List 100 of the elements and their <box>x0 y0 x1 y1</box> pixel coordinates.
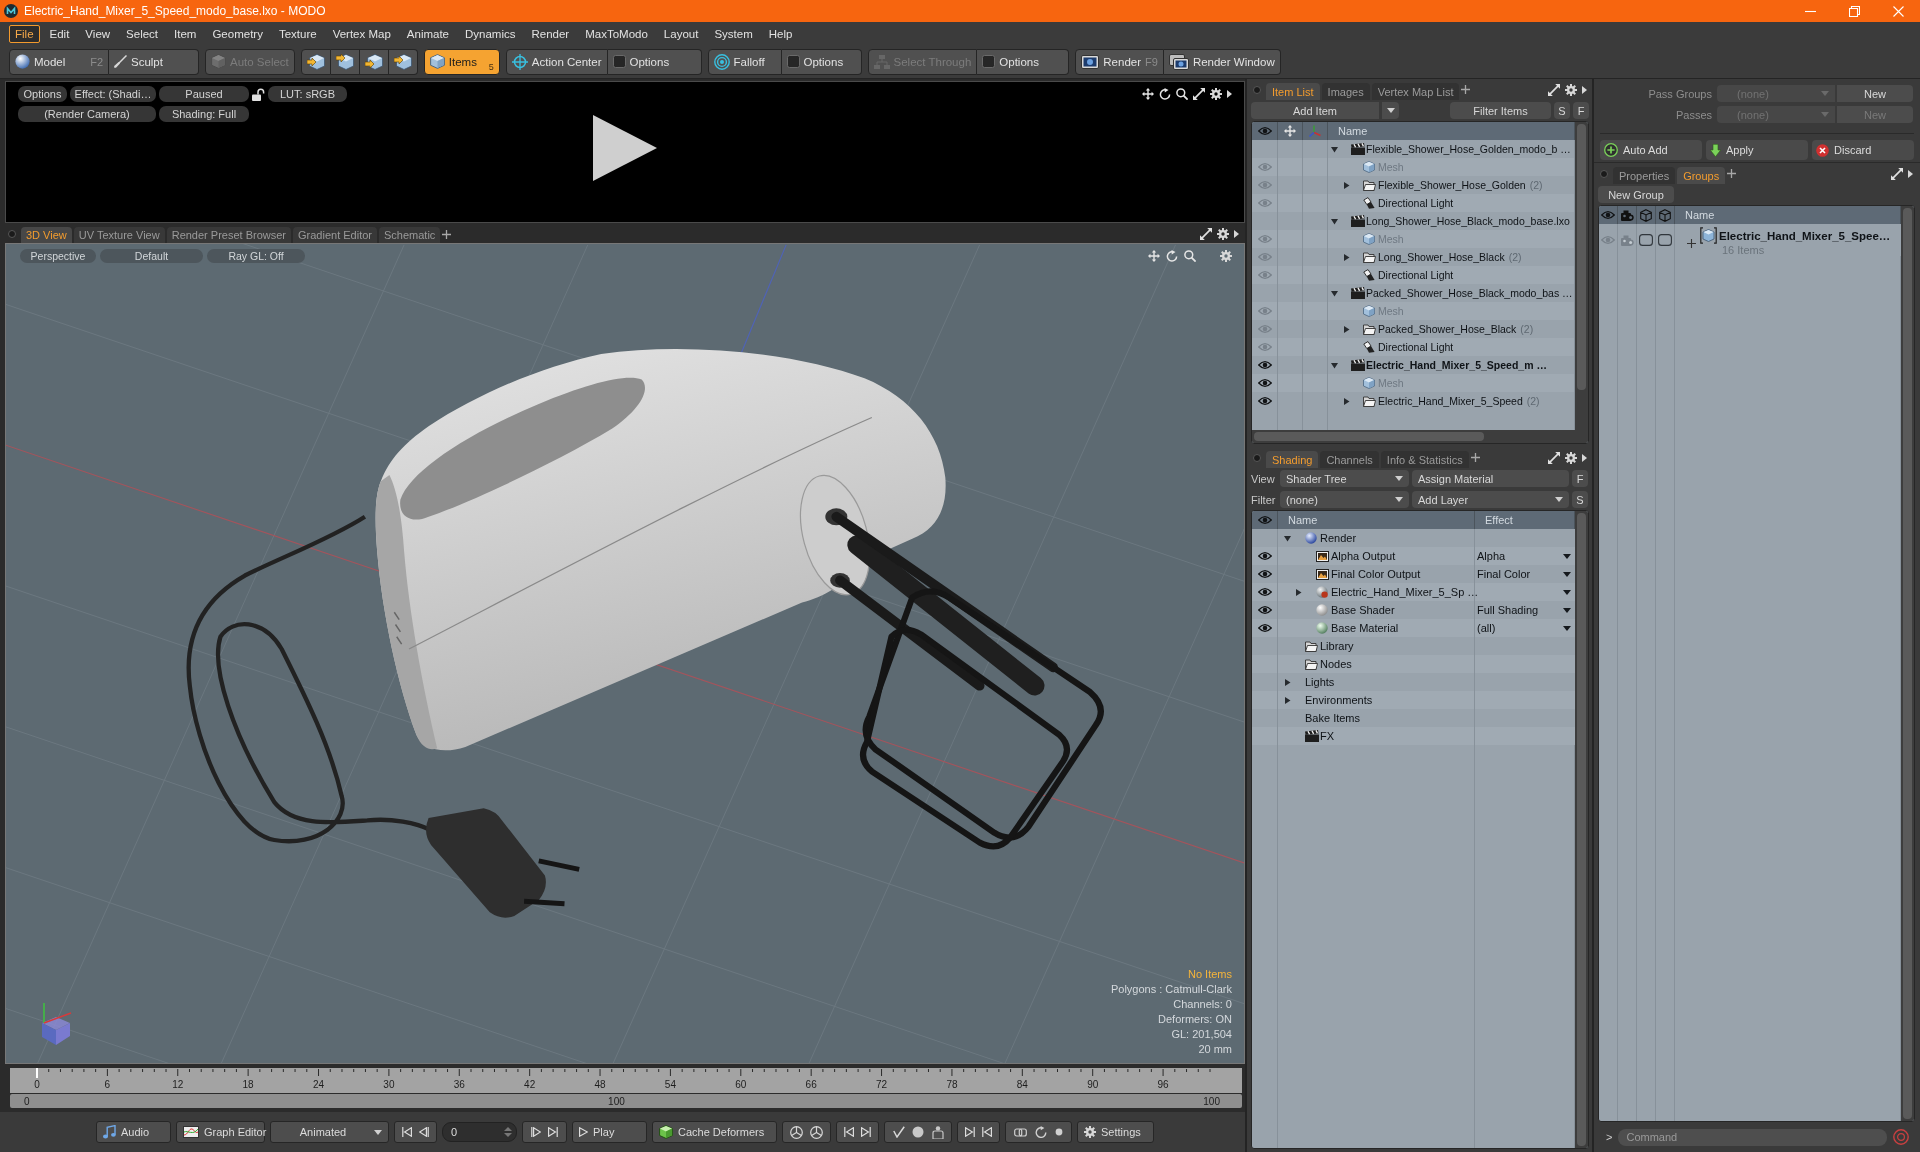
tree-row[interactable]: Directional Light <box>1252 194 1575 212</box>
refresh-icon[interactable] <box>1035 1126 1047 1138</box>
command-field[interactable]: Command <box>1618 1128 1887 1146</box>
record-icon[interactable] <box>912 1126 924 1138</box>
toolbar-button[interactable] <box>359 48 389 75</box>
panel-tab[interactable]: Channels <box>1320 451 1379 468</box>
menu-item[interactable]: Render <box>525 24 576 43</box>
toggle-button[interactable]: F <box>1572 470 1588 487</box>
maximize-icon[interactable] <box>1891 167 1903 180</box>
skip-back-icon[interactable] <box>402 1127 412 1137</box>
vertical-scrollbar[interactable] <box>1575 122 1588 443</box>
preview-button[interactable]: Effect: (Shadi… <box>70 86 156 102</box>
toolbar-button[interactable] <box>388 48 418 75</box>
menu-item[interactable]: System <box>708 24 759 43</box>
move-icon[interactable] <box>1142 88 1154 100</box>
toolbar-button[interactable]: Render F9 <box>1075 48 1164 75</box>
view-tab[interactable]: 3D View <box>21 227 72 243</box>
menu-item[interactable]: Layout <box>657 24 705 43</box>
triangle-right-icon[interactable] <box>1284 678 1291 686</box>
panel-tab[interactable]: Item List <box>1266 83 1320 100</box>
preview-button[interactable]: Paused <box>159 86 249 102</box>
viewport-button[interactable]: Default <box>100 249 203 263</box>
mode-dropdown[interactable]: Animated <box>270 1121 389 1143</box>
caret-icon[interactable] <box>1563 625 1571 631</box>
filter-dropdown[interactable]: (none) <box>1280 491 1409 508</box>
settings-icon[interactable] <box>1217 228 1229 240</box>
panel-tab[interactable]: Shading <box>1266 451 1319 468</box>
menu-item[interactable]: Help <box>762 24 799 43</box>
toolbar-button[interactable]: Action Center <box>505 48 608 75</box>
search-icon[interactable] <box>1176 88 1188 100</box>
eye-icon[interactable] <box>1257 552 1272 560</box>
maximize-icon[interactable] <box>1193 88 1205 100</box>
toolbar-button[interactable]: Items 5 <box>423 48 500 75</box>
toolbar-button[interactable]: Sculpt <box>109 48 199 75</box>
stepper-icon[interactable] <box>504 1127 512 1137</box>
menu-item[interactable]: Texture <box>272 24 323 43</box>
toolbar-button[interactable]: Options <box>977 48 1070 75</box>
eye-icon[interactable] <box>1257 606 1272 614</box>
caret-icon[interactable] <box>1563 571 1571 577</box>
caret-icon[interactable] <box>1395 497 1403 502</box>
menu-item[interactable]: Edit <box>43 24 76 43</box>
view-tab[interactable]: UV Texture View <box>73 227 165 243</box>
new-button[interactable]: New <box>1837 85 1913 102</box>
toolbar-button[interactable]: Model F2 <box>9 48 109 75</box>
tree-row[interactable]: Environments <box>1252 691 1575 709</box>
maximize-icon[interactable] <box>1548 83 1560 96</box>
action-button[interactable]: Auto Add <box>1600 140 1702 160</box>
menu-item[interactable]: File <box>9 24 40 43</box>
preview-button[interactable]: LUT: sRGB <box>268 86 347 102</box>
skip-forward-icon[interactable] <box>861 1127 871 1137</box>
view-tab[interactable]: Schematic <box>379 227 441 243</box>
preview-button[interactable]: (Render Camera) <box>18 106 156 122</box>
skip-forward-icon[interactable] <box>965 1127 975 1137</box>
maximize-icon[interactable] <box>1200 228 1212 240</box>
play-icon[interactable] <box>579 1127 588 1137</box>
preview-button[interactable]: Shading: Full <box>159 106 249 122</box>
chain-icon[interactable] <box>1014 1125 1027 1139</box>
play-icon[interactable] <box>593 115 657 181</box>
assign-material-button[interactable]: Assign Material <box>1412 470 1569 487</box>
scrollbar-thumb[interactable] <box>1254 432 1484 441</box>
menu-item[interactable]: Vertex Map <box>326 24 397 43</box>
triangle-right-icon[interactable] <box>1343 181 1350 189</box>
graph-editor-button[interactable]: Graph Editor <box>176 1121 265 1143</box>
menu-item[interactable]: Animate <box>400 24 455 43</box>
settings-icon[interactable] <box>1565 83 1577 96</box>
caret-icon[interactable] <box>1563 589 1571 595</box>
toolbar-button[interactable]: Options <box>781 48 862 75</box>
add-item-button[interactable]: Add Item <box>1251 102 1379 119</box>
viewport[interactable]: Perspective Default Ray GL: Off No Items Polygons : Catmull-Clark Channels: 0 Deformers: ON GL: 201,504 20 mm <box>5 243 1245 1064</box>
view-tab[interactable]: Gradient Editor <box>293 227 377 243</box>
triangle-down-icon[interactable] <box>1284 534 1291 542</box>
toolbar-button[interactable] <box>300 48 331 75</box>
eye-icon[interactable] <box>1257 361 1272 369</box>
step-forward-icon[interactable] <box>530 1127 541 1137</box>
caret-right-icon[interactable] <box>1908 169 1913 178</box>
menu-item[interactable]: Item <box>168 24 203 43</box>
toggle-button[interactable]: S <box>1554 102 1570 119</box>
timeline-ruler[interactable]: 0 6 12 18 24 30 36 42 48 54 60 66 72 78 84 90 96 <box>10 1068 1242 1093</box>
audio-button[interactable]: Audio <box>96 1121 171 1143</box>
settings-button[interactable]: Settings <box>1077 1121 1154 1143</box>
dropdown-button[interactable] <box>1382 102 1399 119</box>
plus-icon[interactable] <box>1687 239 1696 248</box>
menu-item[interactable]: Geometry <box>206 24 269 43</box>
eye-icon[interactable] <box>1257 588 1272 596</box>
eye-icon[interactable] <box>1257 397 1272 405</box>
skip-forward-icon[interactable] <box>548 1127 559 1137</box>
view-tab[interactable]: Render Preset Browser <box>166 227 291 243</box>
triangle-right-icon[interactable] <box>1284 696 1291 704</box>
wheel-icon[interactable] <box>790 1125 803 1139</box>
panel-tab[interactable]: Vertex Map List <box>1371 83 1460 100</box>
tree-row[interactable]: FX <box>1252 727 1575 745</box>
toggle-button[interactable]: F <box>1573 102 1589 119</box>
step-back-icon[interactable] <box>419 1127 429 1137</box>
eye-icon[interactable] <box>1257 379 1272 387</box>
frame-field[interactable]: 0 <box>442 1122 517 1142</box>
dot-icon[interactable] <box>1055 1128 1063 1136</box>
tree-row[interactable]: Electric_Hand_Mixer_5_Sp … <box>1252 583 1575 601</box>
menu-item[interactable]: Select <box>120 24 165 43</box>
caret-icon[interactable] <box>1563 553 1571 559</box>
settings-icon[interactable] <box>1084 1126 1096 1138</box>
